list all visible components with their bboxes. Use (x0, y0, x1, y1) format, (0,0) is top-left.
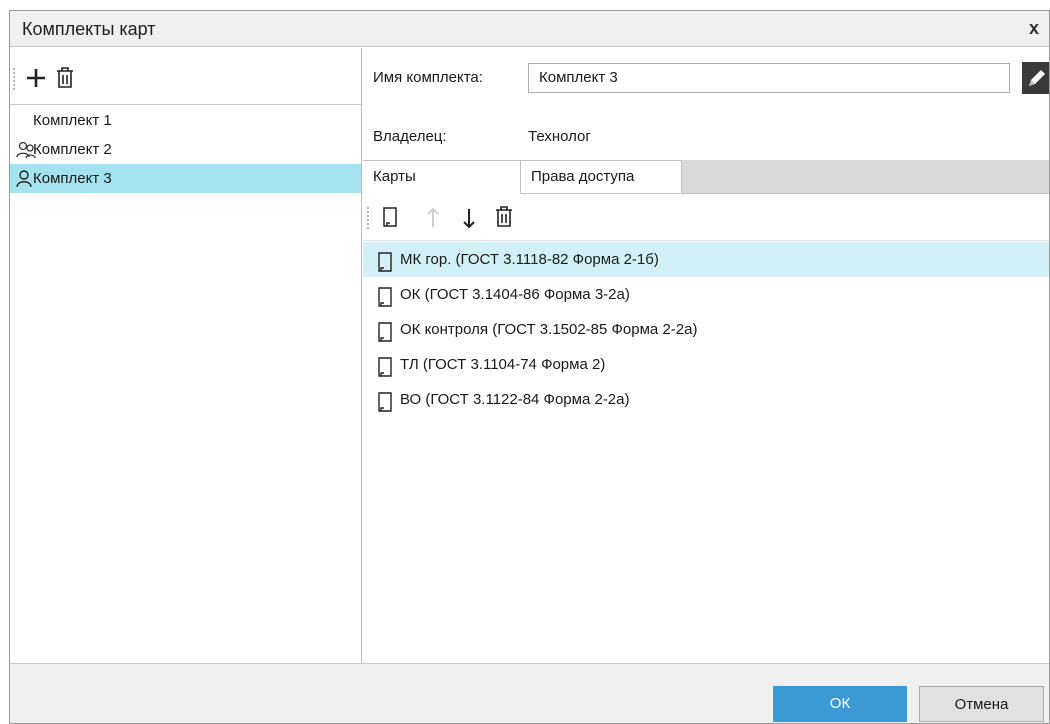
document-icon (378, 252, 392, 272)
document-icon (383, 207, 397, 227)
add-button[interactable] (24, 66, 48, 90)
trash-icon (496, 206, 512, 227)
add-card-button[interactable] (379, 206, 403, 230)
dialog-footer: ОК Отмена (10, 663, 1049, 723)
arrow-down-icon (463, 209, 475, 229)
card-item[interactable]: ОК контроля (ГОСТ 3.1502-85 Форма 2-2а) (363, 312, 1049, 347)
sets-list: Комплект 1 Комплект 2 Комплект 3 (10, 106, 361, 193)
card-label: ОК контроля (ГОСТ 3.1502-85 Форма 2-2а) (400, 321, 698, 338)
toolbar-grip (13, 68, 15, 90)
card-label: ОК (ГОСТ 3.1404-86 Форма 3-2а) (400, 286, 630, 303)
ok-button[interactable]: ОК (773, 686, 907, 722)
set-item-label: Комплект 1 (33, 112, 112, 129)
card-item[interactable]: ТЛ (ГОСТ 3.1104-74 Форма 2) (363, 347, 1049, 382)
move-down-button[interactable] (459, 206, 483, 230)
card-item[interactable]: ОК (ГОСТ 3.1404-86 Форма 3-2а) (363, 277, 1049, 312)
edit-name-button[interactable] (1022, 62, 1049, 94)
sets-panel: Комплект 1 Комплект 2 Комплект 3 (10, 48, 362, 663)
pencil-icon (1029, 70, 1045, 86)
cards-toolbar (363, 195, 1049, 241)
toolbar-grip (367, 207, 369, 229)
set-name-input[interactable]: Комплект 3 (528, 63, 1010, 93)
card-item[interactable]: МК гор. (ГОСТ 3.1118-82 Форма 2-1б) (363, 242, 1049, 277)
set-item-label: Комплект 2 (33, 141, 112, 158)
sets-toolbar (10, 48, 361, 105)
set-details-panel: Имя комплекта: Комплект 3 Владелец: Техн… (363, 48, 1049, 663)
set-item-1[interactable]: Комплект 1 (10, 106, 361, 135)
set-item-label: Комплект 3 (33, 170, 112, 187)
plus-icon (27, 69, 45, 87)
set-item-3[interactable]: Комплект 3 (10, 164, 361, 193)
document-icon (378, 322, 392, 342)
tab-access-rights[interactable]: Права доступа (521, 160, 682, 194)
delete-set-button[interactable] (54, 66, 78, 90)
delete-card-button[interactable] (493, 205, 517, 229)
move-up-button[interactable] (423, 206, 447, 230)
document-icon (378, 357, 392, 377)
name-label: Имя комплекта: (373, 69, 483, 86)
set-item-2[interactable]: Комплект 2 (10, 135, 361, 164)
card-label: ТЛ (ГОСТ 3.1104-74 Форма 2) (400, 356, 606, 373)
document-icon (378, 287, 392, 307)
trash-icon (57, 67, 73, 88)
cancel-button[interactable]: Отмена (919, 686, 1044, 722)
owner-label: Владелец: (373, 128, 447, 145)
dialog-title: Комплекты карт (22, 19, 156, 39)
close-button[interactable]: x (1023, 17, 1045, 39)
document-icon (378, 392, 392, 412)
card-label: ВО (ГОСТ 3.1122-84 Форма 2-2а) (400, 391, 630, 408)
tab-cards[interactable]: Карты (363, 160, 521, 194)
arrow-up-icon (427, 207, 439, 227)
title-bar: Комплекты карт x (10, 11, 1049, 47)
owner-value: Технолог (528, 128, 591, 145)
card-label: МК гор. (ГОСТ 3.1118-82 Форма 2-1б) (400, 251, 659, 268)
card-item[interactable]: ВО (ГОСТ 3.1122-84 Форма 2-2а) (363, 382, 1049, 417)
tab-strip: Карты Права доступа (363, 160, 1049, 194)
dialog-window: Комплекты карт x Комплект 1 Комплект 2 К… (9, 10, 1050, 724)
cards-list: МК гор. (ГОСТ 3.1118-82 Форма 2-1б) ОК (… (363, 242, 1049, 417)
